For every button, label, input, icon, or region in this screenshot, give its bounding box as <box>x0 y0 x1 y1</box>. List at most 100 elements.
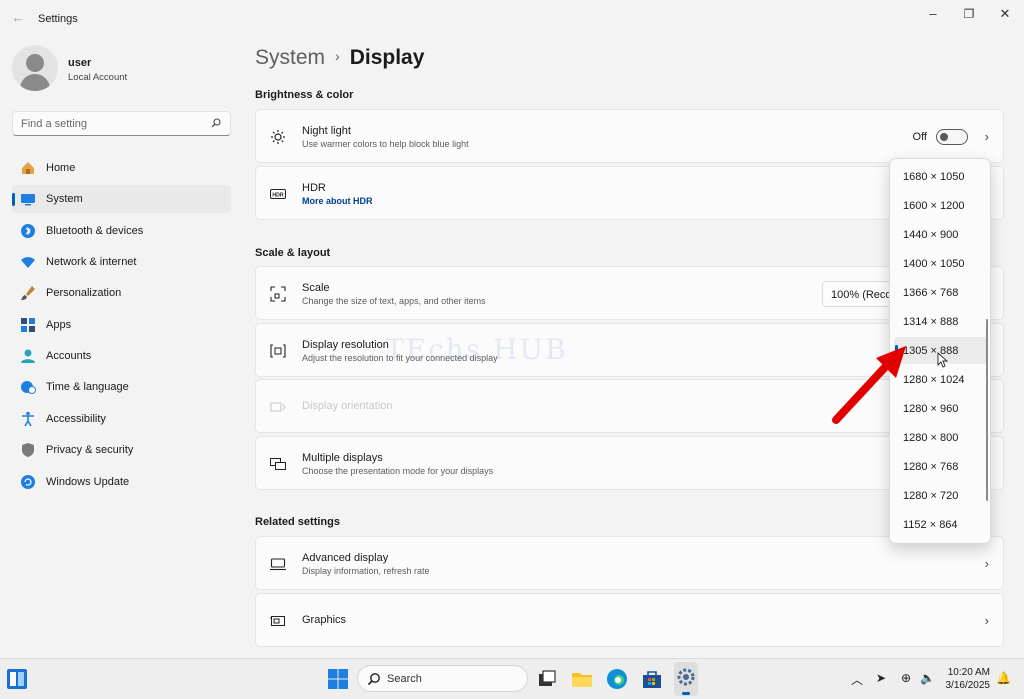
sidebar-item-accounts[interactable]: Accounts <box>12 342 231 370</box>
volume-icon[interactable]: 🔈 <box>920 671 935 685</box>
resolution-option[interactable]: 1440 × 900 <box>894 221 988 248</box>
multiple-displays-title: Multiple displays <box>302 452 383 464</box>
svg-text:HDR: HDR <box>272 193 283 199</box>
widgets-icon[interactable] <box>6 668 28 690</box>
maximize-button[interactable]: ❐ <box>951 4 987 24</box>
resolution-option-label: 1152 × 864 <box>903 519 958 531</box>
file-explorer-icon[interactable] <box>570 667 594 691</box>
graphics-title: Graphics <box>302 614 347 626</box>
taskbar-search-placeholder: Search <box>387 673 422 685</box>
chevron-up-icon[interactable]: ︿ <box>851 671 863 688</box>
microsoft-store-icon[interactable] <box>640 667 664 691</box>
hdr-title: HDR <box>302 182 326 194</box>
scale-icon <box>270 286 286 302</box>
dropdown-scrollbar[interactable] <box>986 319 988 501</box>
user-account-type: Local Account <box>68 72 128 83</box>
mouse-cursor-icon <box>937 352 949 368</box>
resolution-option-label: 1280 × 768 <box>903 461 959 473</box>
more-about-hdr-link[interactable]: More about HDR <box>302 196 373 206</box>
resolution-option[interactable]: 1314 × 888 <box>894 308 988 335</box>
resolution-option-label: 1680 × 1050 <box>903 171 965 183</box>
sidebar-item-label: Apps <box>46 318 72 331</box>
advanced-display-card[interactable]: Advanced display Display information, re… <box>255 536 1004 590</box>
apps-icon <box>21 317 35 332</box>
scale-title: Scale <box>302 282 330 294</box>
taskbar-search-box[interactable]: Search <box>357 665 528 692</box>
breadcrumb: System › Display <box>255 46 424 70</box>
hdr-icon: HDR <box>270 189 286 199</box>
sidebar-item-system[interactable]: System <box>12 185 231 214</box>
sidebar-item-label: Network & internet <box>46 256 137 269</box>
sidebar-item-label: Accessibility <box>46 412 106 425</box>
minimize-button[interactable]: – <box>915 4 951 24</box>
sidebar-item-time-language[interactable]: Time & language <box>12 373 231 401</box>
resolution-option[interactable]: 1400 × 1050 <box>894 250 988 277</box>
home-icon <box>22 162 34 174</box>
advanced-display-subtitle: Display information, refresh rate <box>302 566 430 576</box>
user-name: user <box>68 57 92 69</box>
system-icon <box>21 194 35 206</box>
resolution-option[interactable]: 1280 × 768 <box>894 453 988 480</box>
sidebar-item-bluetooth-devices[interactable]: Bluetooth & devices <box>12 217 231 245</box>
night-light-card[interactable]: Night light Use warmer colors to help bl… <box>255 109 1004 163</box>
sidebar-item-privacy-security[interactable]: Privacy & security <box>12 436 231 464</box>
active-indicator <box>12 193 15 207</box>
chevron-right-icon[interactable]: › <box>985 556 989 571</box>
edge-browser-icon[interactable] <box>605 667 629 691</box>
brush-icon <box>21 286 35 301</box>
chevron-right-icon[interactable]: › <box>985 613 989 628</box>
sidebar-item-label: Home <box>46 162 76 174</box>
sidebar-item-apps[interactable]: Apps <box>12 311 231 339</box>
resolution-option-label: 1314 × 888 <box>903 316 959 328</box>
sidebar-item-label: Personalization <box>46 287 122 300</box>
section-scale-layout: Scale & layout <box>255 247 331 259</box>
notification-bell-icon[interactable]: 🔔 <box>996 671 1011 685</box>
sidebar-item-label: Time & language <box>46 381 129 394</box>
settings-taskbar-button[interactable] <box>674 662 698 696</box>
start-button-icon[interactable] <box>326 667 350 691</box>
scale-subtitle: Change the size of text, apps, and other… <box>302 296 486 306</box>
night-light-subtitle: Use warmer colors to help block blue lig… <box>302 139 469 149</box>
taskbar: Search ︿ ➤ ⊕ 🔈 10:20 AM 3/16/2025 🔔 <box>0 658 1024 699</box>
chevron-right-icon[interactable]: › <box>985 129 989 144</box>
search-input[interactable]: Find a setting <box>12 111 231 136</box>
app-title: Settings <box>38 13 78 25</box>
clock-date: 3/16/2025 <box>945 680 991 691</box>
sidebar-item-label: Privacy & security <box>46 444 134 457</box>
graphics-card[interactable]: Graphics › <box>255 593 1004 647</box>
sidebar-item-personalization[interactable]: Personalization <box>12 279 231 307</box>
globe-icon[interactable]: ⊕ <box>901 671 911 685</box>
section-brightness-color: Brightness & color <box>255 89 354 101</box>
resolution-icon <box>270 344 286 358</box>
orientation-icon <box>270 402 286 412</box>
page-title: Display <box>349 46 425 69</box>
resolution-option[interactable]: 1366 × 768 <box>894 279 988 306</box>
resolution-option[interactable]: 1152 × 864 <box>894 511 988 538</box>
avatar[interactable] <box>12 45 58 91</box>
task-view-icon[interactable] <box>535 667 559 691</box>
location-icon[interactable]: ➤ <box>876 671 886 685</box>
sidebar-item-network-internet[interactable]: Network & internet <box>12 248 231 276</box>
resolution-option[interactable]: 1280 × 720 <box>894 482 988 509</box>
resolution-option[interactable]: 1600 × 1200 <box>894 192 988 219</box>
sidebar-item-accessibility[interactable]: Accessibility <box>12 405 231 433</box>
sidebar-item-windows-update[interactable]: Windows Update <box>12 468 231 496</box>
sidebar-item-label: Accounts <box>46 350 92 363</box>
multiple-displays-icon <box>270 458 286 470</box>
resolution-option-label: 1600 × 1200 <box>903 200 965 212</box>
resolution-option-label: 1280 × 1024 <box>903 374 965 386</box>
title-bar: ← Settings – ❐ ✕ <box>0 0 1024 38</box>
back-button[interactable]: ← <box>10 10 26 26</box>
close-button[interactable]: ✕ <box>987 4 1023 24</box>
sidebar-item-home[interactable]: Home <box>12 154 231 182</box>
accessibility-icon <box>22 411 34 427</box>
resolution-option-label: 1366 × 768 <box>903 287 959 299</box>
clock[interactable]: 10:20 AM 3/16/2025 <box>944 666 991 692</box>
sidebar-item-label: Bluetooth & devices <box>46 224 144 237</box>
night-light-title: Night light <box>302 125 351 137</box>
resolution-option[interactable]: 1680 × 1050 <box>894 163 988 190</box>
toggle-knob <box>940 133 948 141</box>
breadcrumb-system[interactable]: System <box>255 46 325 69</box>
night-light-toggle[interactable] <box>936 129 968 145</box>
advanced-display-title: Advanced display <box>302 552 389 564</box>
